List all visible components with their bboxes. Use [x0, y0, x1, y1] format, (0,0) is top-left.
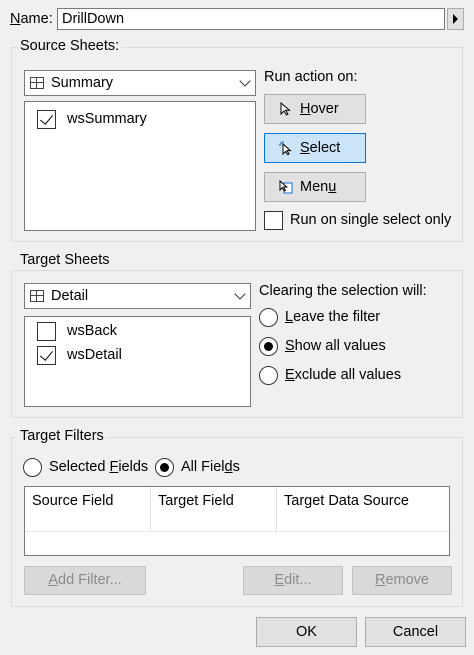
table-icon	[30, 290, 44, 302]
list-item[interactable]: wsDetail	[25, 343, 250, 369]
source-sheet-combo-value: Summary	[51, 75, 114, 91]
menu-pointer-icon	[279, 180, 293, 194]
edit-button[interactable]: Edit...	[243, 566, 343, 595]
header-divider	[25, 531, 449, 532]
selected-fields-radio[interactable]	[23, 458, 42, 477]
wsBack-checkbox[interactable]	[37, 322, 56, 341]
show-all-values-label: Show all values	[285, 338, 386, 354]
remove-button[interactable]: Remove	[352, 566, 452, 595]
target-sheets-title: Target Sheets	[17, 252, 113, 268]
wsSummary-checkbox[interactable]	[37, 110, 56, 129]
hover-label: Hover	[300, 101, 339, 117]
run-action-label: Run action on:	[264, 69, 358, 85]
target-filters-title: Target Filters	[17, 428, 107, 444]
select-pointer-icon	[279, 141, 292, 155]
column-header[interactable]: Source Field	[25, 487, 151, 531]
name-value: DrillDown	[62, 11, 125, 27]
name-input[interactable]: DrillDown	[57, 8, 445, 30]
show-all-values-radio[interactable]	[259, 337, 278, 356]
list-item[interactable]: wsSummary	[25, 102, 255, 136]
all-fields-label: All Fields	[181, 459, 240, 475]
exclude-all-values-label: Exclude all values	[285, 367, 402, 383]
source-sheets-title: Source Sheets:	[17, 38, 123, 54]
clearing-label: Clearing the selection will:	[259, 283, 427, 299]
column-header[interactable]: Target Field	[151, 487, 277, 531]
chevron-down-icon	[234, 288, 246, 300]
list-item-label: wsSummary	[67, 111, 147, 127]
target-sheets-list: wsBack wsDetail	[24, 316, 251, 407]
hover-button[interactable]: Hover	[264, 94, 366, 124]
list-item[interactable]: wsBack	[25, 317, 250, 343]
source-sheets-list: wsSummary	[24, 101, 256, 231]
column-header[interactable]: Target Data Source	[277, 487, 449, 531]
chevron-down-icon	[239, 75, 251, 87]
all-fields-radio[interactable]	[155, 458, 174, 477]
exclude-all-values-radio[interactable]	[259, 366, 278, 385]
source-sheet-combo[interactable]: Summary	[24, 70, 256, 96]
wsDetail-checkbox[interactable]	[37, 346, 56, 365]
field-mapping-table: Source Field Target Field Target Data So…	[24, 486, 450, 556]
menu-label: Menu	[300, 179, 337, 195]
target-sheet-combo-value: Detail	[51, 288, 89, 304]
single-select-label: Run on single select only	[290, 212, 452, 228]
list-item-label: wsBack	[67, 323, 117, 339]
ok-button[interactable]: OK	[256, 617, 357, 647]
menu-button[interactable]: Menu	[264, 172, 366, 202]
leave-filter-radio[interactable]	[259, 308, 278, 327]
select-button[interactable]: Select	[264, 133, 366, 163]
table-icon	[30, 77, 44, 89]
pointer-icon	[280, 102, 291, 116]
leave-filter-label: Leave the filter	[285, 309, 381, 325]
add-filter-button[interactable]: Add Filter...	[24, 566, 146, 595]
selected-fields-label: Selected Fields	[49, 459, 149, 475]
cancel-button[interactable]: Cancel	[365, 617, 466, 647]
select-label: Select	[300, 140, 341, 156]
name-expand-button[interactable]	[447, 8, 464, 30]
target-sheet-combo[interactable]: Detail	[24, 283, 251, 309]
list-item-label: wsDetail	[67, 347, 122, 363]
single-select-checkbox[interactable]	[264, 211, 283, 230]
name-label: Name:	[10, 11, 53, 27]
